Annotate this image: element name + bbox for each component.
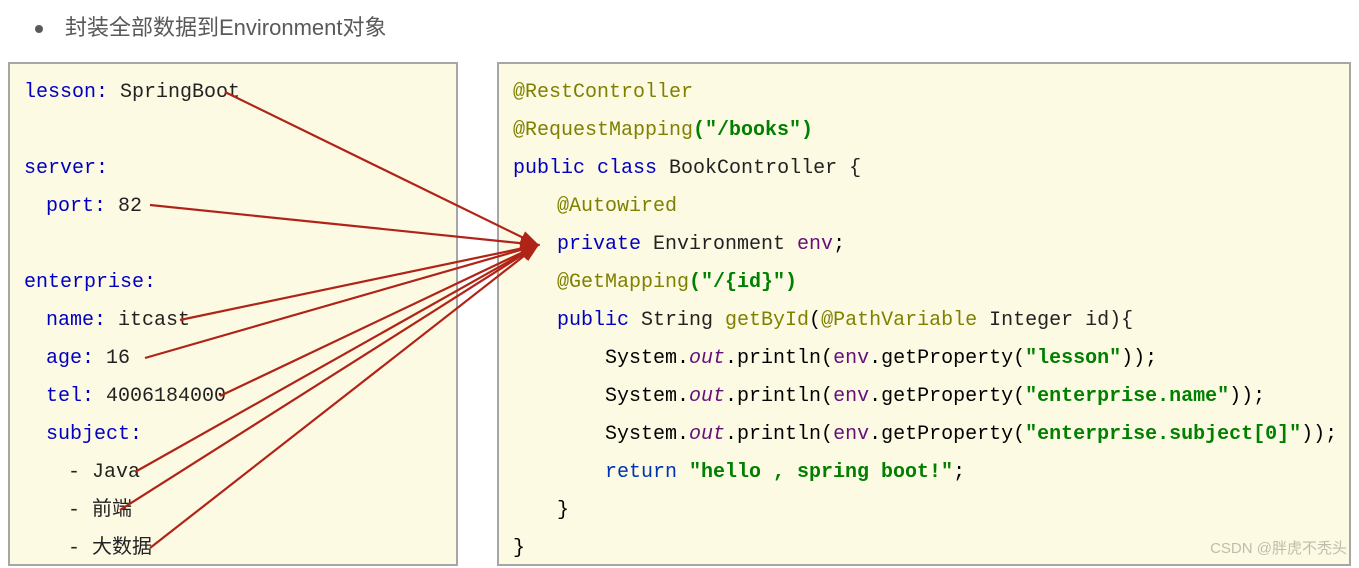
yaml-tel: tel: 4006184000 [24, 378, 442, 416]
yaml-panel: lesson: SpringBoot server: port: 82 ente… [8, 62, 458, 566]
yaml-name: name: itcast [24, 302, 442, 340]
yaml-age: age: 16 [24, 340, 442, 378]
bullet-icon [35, 25, 43, 33]
java-restcontroller: @RestController [513, 74, 1335, 112]
java-closebrace-inner: } [513, 492, 1335, 530]
java-println-name: System.out.println(env.getProperty("ente… [513, 378, 1335, 416]
yaml-server: server: [24, 150, 442, 188]
yaml-lesson: lesson: SpringBoot [24, 74, 442, 112]
java-method: public String getById(@PathVariable Inte… [513, 302, 1335, 340]
java-return: return "hello , spring boot!"; [513, 454, 1335, 492]
yaml-fe: - 前端 [24, 492, 442, 530]
heading-label: 封装全部数据到Environment对象 [65, 15, 387, 40]
yaml-subject: subject: [24, 416, 442, 454]
java-env-field: private Environment env; [513, 226, 1335, 264]
java-println-subj: System.out.println(env.getProperty("ente… [513, 416, 1335, 454]
yaml-java: - Java [24, 454, 442, 492]
java-println-lesson: System.out.println(env.getProperty("less… [513, 340, 1335, 378]
yaml-enterprise: enterprise: [24, 264, 442, 302]
watermark-text: CSDN @胖虎不秃头 [1210, 537, 1347, 558]
java-requestmapping: @RequestMapping("/books") [513, 112, 1335, 150]
yaml-bd: - 大数据 [24, 530, 442, 568]
java-classdecl: public class BookController { [513, 150, 1335, 188]
java-getmapping: @GetMapping("/{id}") [513, 264, 1335, 302]
java-autowired: @Autowired [513, 188, 1335, 226]
java-panel: @RestController @RequestMapping("/books"… [497, 62, 1351, 566]
heading-text: 封装全部数据到Environment对象 [35, 10, 387, 42]
yaml-port: port: 82 [24, 188, 442, 226]
